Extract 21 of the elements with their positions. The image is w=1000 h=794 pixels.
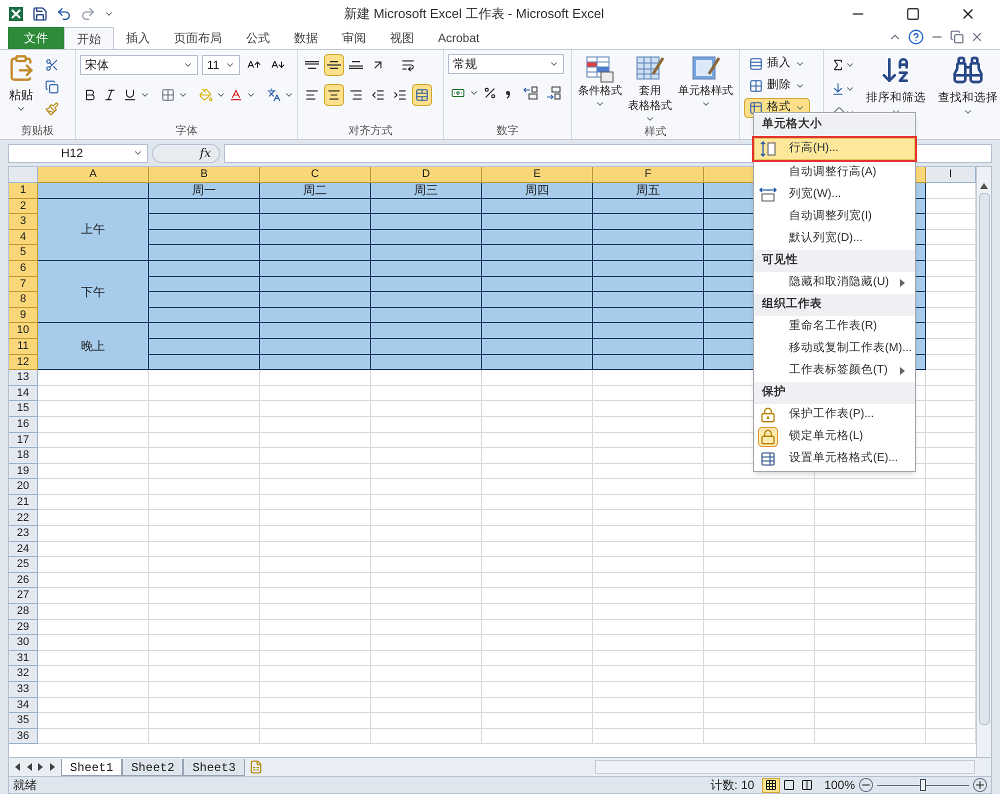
menu-section-header: 组织工作表 — [754, 294, 915, 316]
table-cell: 晚上 — [38, 323, 149, 370]
table-cell: 周二 — [260, 183, 371, 199]
table-cell: 下午 — [38, 260, 149, 324]
group-label: 数字 — [496, 124, 518, 139]
group-label: 对齐方式 — [348, 124, 392, 139]
group-label: 剪贴板 — [21, 124, 54, 139]
table-cell: 周一 — [149, 183, 260, 199]
table-cell: 上午 — [38, 198, 149, 261]
group-label: 字体 — [176, 124, 198, 139]
table-cell: 周四 — [482, 183, 593, 199]
group-label: 样式 — [644, 124, 666, 139]
menu-section-header: 可见性 — [754, 250, 915, 272]
table-cell: 周五 — [593, 183, 704, 199]
window-title: 新建 Microsoft Excel 工作表 - Microsoft Excel — [342, 5, 606, 24]
menu-section-header: 保护 — [754, 382, 915, 404]
menu-section-header: 单元格大小 — [754, 114, 915, 136]
count-text: 计数: 10 — [710, 777, 754, 794]
table-cell: 周三 — [371, 183, 482, 199]
zoom-level: 100% — [824, 777, 855, 794]
status-text: 就绪 — [13, 777, 37, 794]
